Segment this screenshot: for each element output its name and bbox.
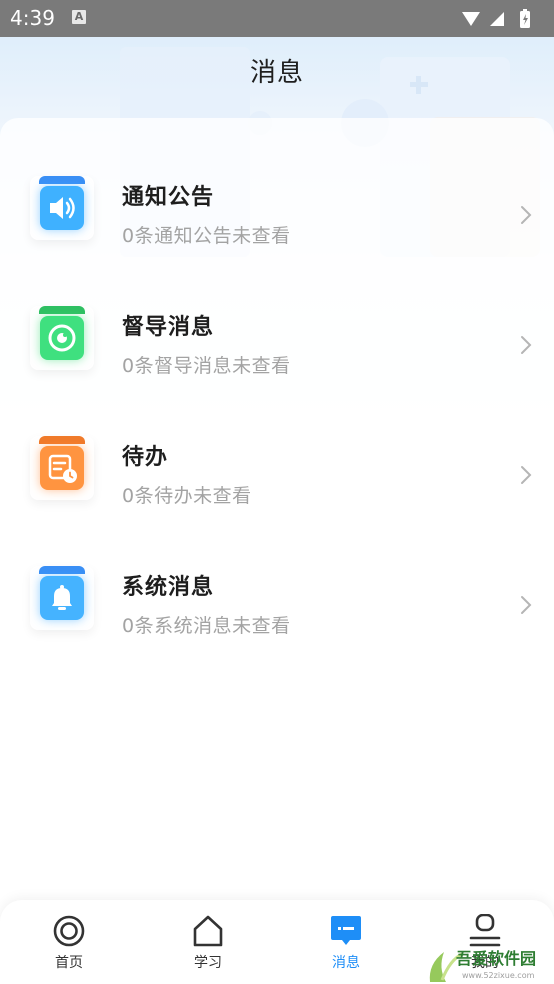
todo-clock-icon [40,446,84,490]
target-icon [53,915,85,947]
notice-icon-tile [30,176,94,240]
system-icon-tile [30,566,94,630]
tab-label: 我的 [471,955,499,971]
message-icon [331,916,361,945]
tab-label: 学习 [194,955,222,971]
chevron-right-icon [521,596,532,614]
todo-icon-tile [30,436,94,500]
message-item-subtitle: 0条督导消息未查看 [122,355,291,377]
message-item-title: 通知公告 [122,185,215,210]
message-item-notice[interactable]: 通知公告 0条通知公告未查看 [0,176,554,288]
message-item-subtitle: 0条系统消息未查看 [122,615,291,637]
status-bar: 4:39 A [0,0,554,37]
tab-label: 首页 [55,955,83,971]
message-item-supervision[interactable]: 督导消息 0条督导消息未查看 [0,306,554,418]
keyboard-indicator-icon: A [72,10,86,24]
message-item-subtitle: 0条通知公告未查看 [122,225,291,247]
chevron-right-icon [521,336,532,354]
message-item-title: 系统消息 [122,575,215,600]
tab-label: 消息 [332,955,360,971]
bell-icon [40,576,84,620]
signal-battery-icons [462,9,530,28]
chevron-right-icon [521,466,532,484]
chevron-right-icon [521,206,532,224]
message-item-system[interactable]: 系统消息 0条系统消息未查看 [0,566,554,678]
tab-home[interactable]: 首页 [29,914,109,974]
person-icon [469,914,501,947]
cellular-signal-icon [490,12,504,26]
tab-messages[interactable]: 消息 [306,914,386,974]
wifi-icon [462,12,480,26]
speaker-icon [40,186,84,230]
supervision-icon-tile [30,306,94,370]
page-title: 消息 [249,58,304,88]
bottom-tab-bar: 首页 学习 消息 我的 [0,900,554,984]
message-item-subtitle: 0条待办未查看 [122,485,252,507]
message-item-todo[interactable]: 待办 0条待办未查看 [0,436,554,548]
message-item-title: 待办 [122,445,169,470]
tab-profile[interactable]: 我的 [445,914,525,974]
message-list-card: 通知公告 0条通知公告未查看 督导消息 0条督导消息未查看 待办 0条待办未查看… [0,118,554,898]
eye-circle-icon [40,316,84,360]
tab-study[interactable]: 学习 [168,914,248,974]
message-item-title: 督导消息 [122,315,215,340]
status-time: 4:39 [10,6,55,30]
house-icon [193,915,223,947]
